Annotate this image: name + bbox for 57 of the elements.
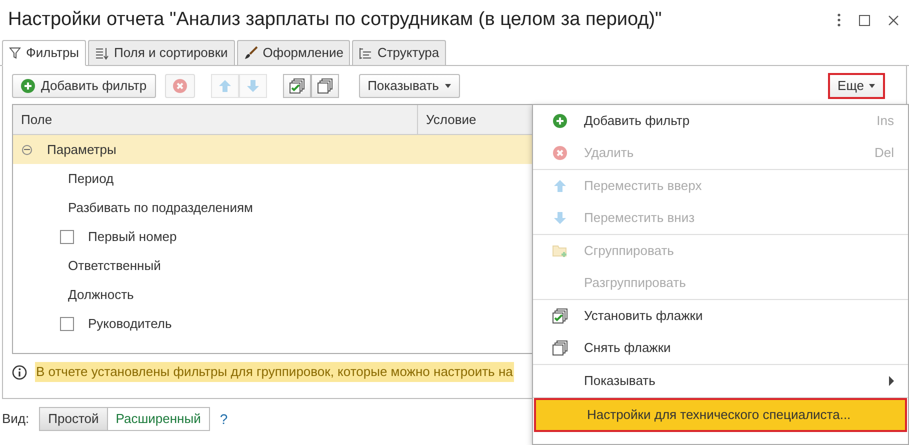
show-dropdown-button[interactable]: Показывать [358,74,460,98]
collapse-icon[interactable] [22,144,32,154]
info-message: В отчете установлены фильтры для группировок, которые можно настроить на [35,362,514,382]
tree-item-text: Должность [67,286,134,304]
info-icon [12,364,27,380]
more-options-icon[interactable] [837,13,841,27]
down-arrow-icon [246,79,260,93]
brush-icon [244,46,258,60]
uncheck-all-icon [316,78,333,94]
view-label: Вид: [2,410,30,428]
folder-plus-icon [552,244,568,258]
tab[interactable]: Оформление [236,40,350,66]
check-all-icon [552,308,568,324]
more-button[interactable]: Еще [828,73,885,99]
tree-item-text: Первый номер [88,228,177,246]
uncheck-all-icon [552,340,568,356]
tree-item-text: Ответственный [67,256,161,275]
view-toggle[interactable]: Расширенный [106,407,210,431]
tab[interactable]: Структура [352,40,446,66]
shortcut-text: Del [874,144,894,162]
view-toggle[interactable]: Простой [39,407,108,431]
structure-icon [359,46,372,60]
help-link[interactable]: ? [220,408,228,430]
maximize-icon[interactable] [859,14,870,26]
column-header: Поле [13,105,418,134]
menu-item[interactable]: Показывать [533,365,908,397]
delete-icon [172,79,187,93]
delete-icon [553,146,567,160]
tree-item-text: Руководитель [88,314,172,333]
check-all-button[interactable] [282,74,311,98]
caret-icon [869,84,875,88]
tab[interactable]: Поля и сортировки [88,40,235,66]
up-arrow-icon [218,79,232,93]
menu-item[interactable]: Добавить фильтр Ins [533,105,908,137]
uncheck-all-button[interactable] [310,74,339,98]
shortcut-text: Ins [876,112,894,130]
tree-item-text: Параметры [47,140,116,159]
checkbox[interactable] [60,316,74,330]
close-icon[interactable] [888,14,899,26]
tree-item-text: Период [67,170,114,188]
checkbox[interactable] [60,230,74,244]
add-filter-button[interactable]: Добавить фильтр [12,74,156,98]
add-icon [553,114,567,128]
up-arrow-icon [553,179,567,193]
column-header: Условие [425,110,478,129]
sort-list-icon [95,46,110,60]
tree-item-text: Разбивать по подразделениям [67,198,253,217]
tab[interactable]: Фильтры [2,40,86,66]
down-arrow-icon [553,211,567,225]
menu-item[interactable]: Установить флажки [533,300,908,332]
check-all-icon [288,78,305,94]
add-icon [21,79,35,93]
menu-item[interactable]: Снять флажки [533,332,908,364]
caret-icon [444,84,451,88]
window-title: Настройки отчета "Анализ зарплаты по сотрудникам (в целом за период)" [8,8,663,32]
menu-item[interactable]: Настройки для технического специалиста... [534,398,907,432]
filter-icon [9,47,21,59]
